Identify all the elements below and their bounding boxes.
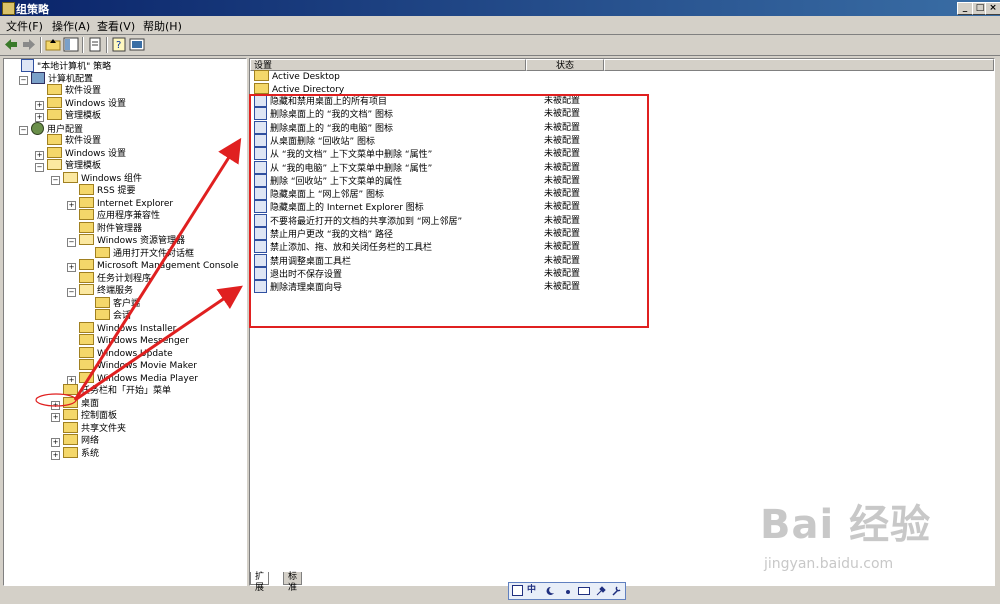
- highlight-circle: [35, 393, 77, 407]
- watermark-logo: Bai 经验: [760, 502, 932, 548]
- watermark-url: jingyan.baidu.com: [764, 556, 894, 572]
- arrow-lower: [74, 285, 243, 402]
- arrow-upper: [73, 137, 242, 401]
